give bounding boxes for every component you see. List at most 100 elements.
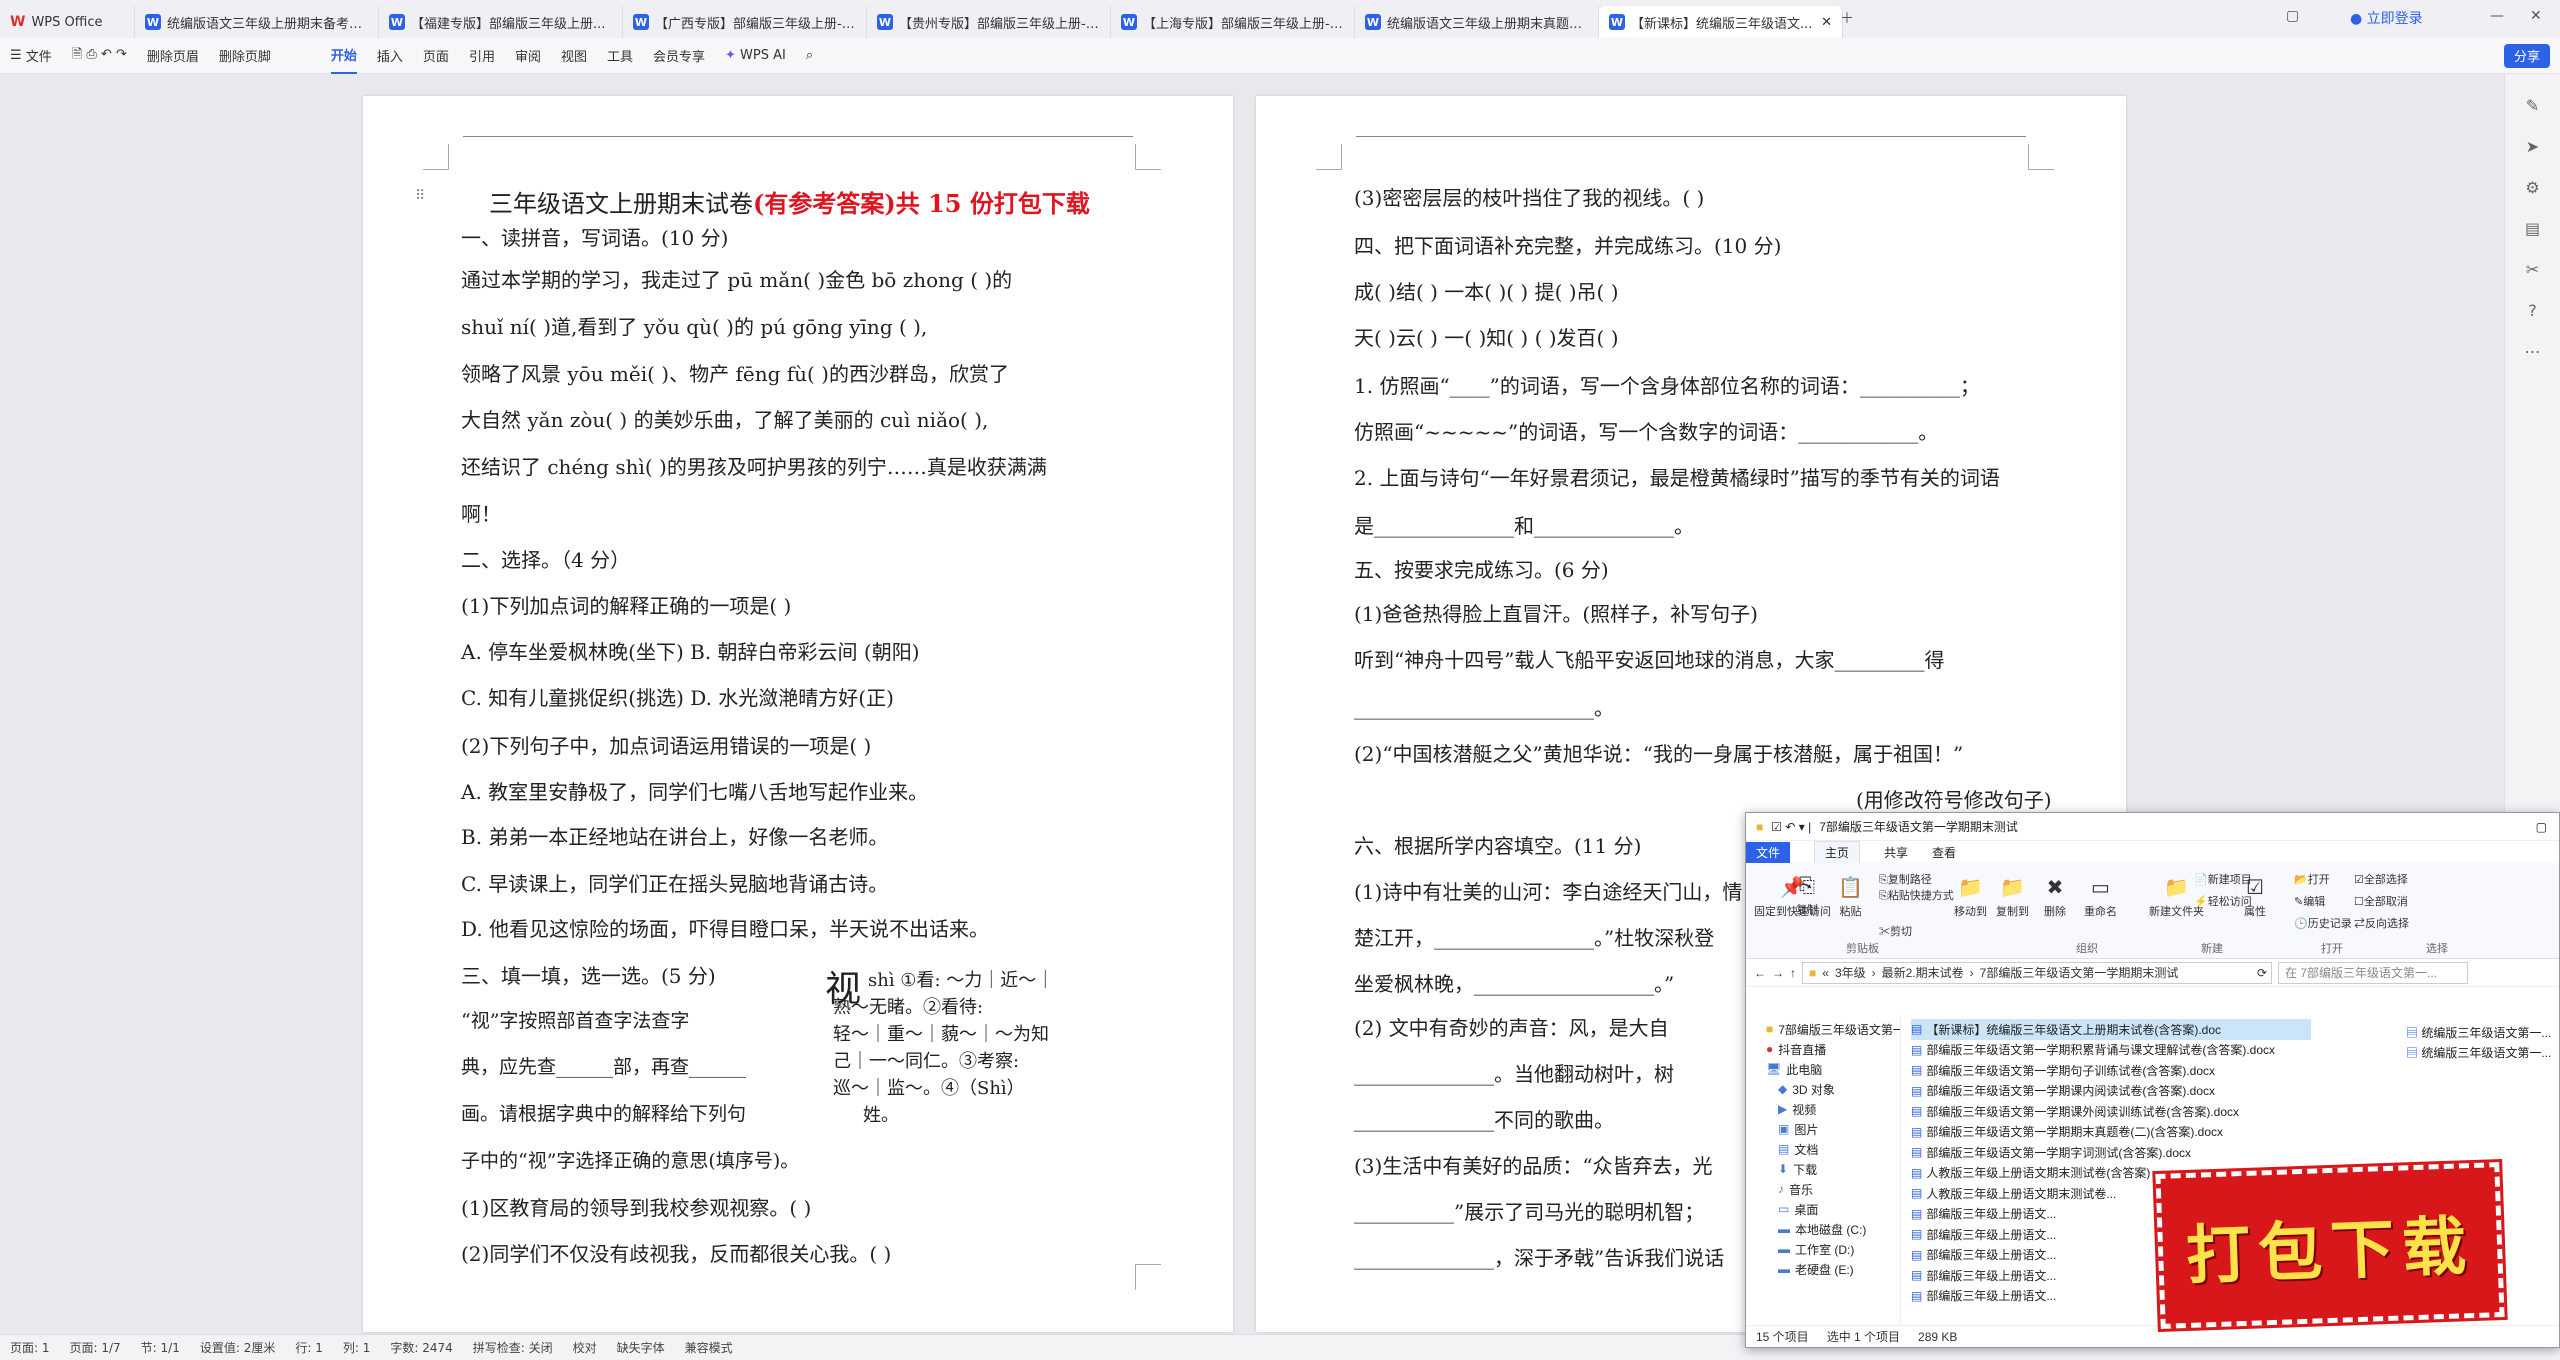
login-link[interactable]: ● 立即登录 xyxy=(2350,8,2423,28)
close-window-icon[interactable]: ✕ xyxy=(2530,8,2542,24)
ribbon-tab-file[interactable]: 文件 xyxy=(1746,841,1791,863)
ribbon-button[interactable]: 📁 移动到 xyxy=(1954,875,1987,919)
tab-wps-ai[interactable]: ✦ WPS AI xyxy=(715,38,796,74)
tab-insert[interactable]: 插入 xyxy=(367,38,413,74)
more-icon[interactable]: ⋯ xyxy=(2505,342,2560,361)
list-item[interactable]: ▤ 部编版三年级语文第一学期课外阅读训练试卷(含答案).docx xyxy=(1911,1101,2311,1122)
list-item[interactable]: ▤ 部编版三年级语文第一学期期末真题卷(二)(含答案).docx xyxy=(1911,1122,2311,1143)
nav-item[interactable]: ♪ 音乐 xyxy=(1746,1179,1900,1199)
cursor-icon[interactable]: ➤ xyxy=(2505,137,2560,156)
ribbon-button[interactable]: ☐全部取消 xyxy=(2354,893,2408,909)
nav-item[interactable]: ◆ 3D 对象 xyxy=(1746,1079,1900,1099)
ribbon-tab-share[interactable]: 共享 xyxy=(1884,844,1908,861)
list-item[interactable]: ▤ 部编版三年级语文第一学期句子训练试卷(含答案).docx xyxy=(1911,1060,2311,1081)
delete-header-button[interactable]: 删除页眉 xyxy=(137,38,209,74)
tab-view[interactable]: 视图 xyxy=(551,38,597,74)
tab-doc-7-active[interactable]: W 【新课标】统编版三年级语文... ✕ xyxy=(1599,6,1843,38)
nav-item[interactable]: ● 抖音直播 xyxy=(1746,1039,1900,1059)
tab-review[interactable]: 审阅 xyxy=(505,38,551,74)
share-button[interactable]: 分享 xyxy=(2503,43,2550,68)
tab-reference[interactable]: 引用 xyxy=(459,38,505,74)
breadcrumb-item[interactable]: 7部编版三年级语文第一学期期末测试 xyxy=(1980,964,2179,981)
list-item[interactable]: ▤ 部编版三年级语文第一学期课内阅读试卷(含答案).docx xyxy=(1911,1081,2311,1102)
nav-item-icon: ▬ xyxy=(1778,1242,1790,1256)
ribbon-button[interactable]: ✂剪切 xyxy=(1879,923,1912,939)
tab-home[interactable]: 开始 xyxy=(321,38,367,74)
status-item[interactable]: 兼容模式 xyxy=(685,1339,733,1356)
nav-item[interactable]: ■ 7部编版三年级语文第一学期期末 xyxy=(1746,1019,1900,1039)
ribbon-tab-view[interactable]: 查看 xyxy=(1932,844,1956,861)
tab-doc-3[interactable]: W 【广西专版】部编版三年级上册--积 xyxy=(623,6,867,38)
list-item[interactable]: ▤ 部编版三年级语文第一学期积累背诵与课文理解试卷(含答案).docx xyxy=(1911,1040,2311,1061)
close-icon[interactable]: ✕ xyxy=(1821,15,1832,30)
breadcrumb-item[interactable]: 最新2.期末试卷 xyxy=(1882,964,1964,981)
search-input[interactable]: 在 7部编版三年级语文第一... xyxy=(2278,961,2468,984)
tab-member[interactable]: 会员专享 xyxy=(643,38,715,74)
delete-footer-button[interactable]: 删除页脚 xyxy=(209,38,281,74)
ribbon-button[interactable]: ✖ 删除 xyxy=(2044,875,2066,919)
ribbon-button[interactable]: ⎘粘贴快捷方式 xyxy=(1879,887,1954,903)
back-icon[interactable]: ← xyxy=(1754,966,1766,980)
tab-doc-1[interactable]: W 统编版语文三年级上册期末备考真题 xyxy=(135,6,379,38)
ribbon-button-label: 反向选择 xyxy=(2365,918,2409,930)
pen-icon[interactable]: ✎ xyxy=(2505,96,2560,115)
ribbon-button[interactable]: 🕒历史记录 xyxy=(2294,915,2352,931)
format-icon[interactable]: ▤ xyxy=(2505,219,2560,238)
nav-item[interactable]: ⬇ 下载 xyxy=(1746,1159,1900,1179)
maximize-icon[interactable]: ▢ xyxy=(2536,820,2547,834)
nav-item[interactable]: ▬ 本地磁盘 (C:) xyxy=(1746,1219,1900,1239)
tools-icon[interactable]: ✂ xyxy=(2505,260,2560,279)
nav-item[interactable]: 🖥 此电脑 xyxy=(1746,1059,1900,1079)
quick-access-icon[interactable]: ☑ ↶ ▾ | xyxy=(1771,820,1811,834)
search-icon[interactable]: ⌕ xyxy=(796,38,823,74)
nav-item[interactable]: ▬ 老硬盘 (E:) xyxy=(1746,1259,1900,1279)
tab-doc-4[interactable]: W 【贵州专版】部编版三年级上册--积 xyxy=(867,6,1111,38)
ribbon-button[interactable]: ✎编辑 xyxy=(2294,893,2325,909)
tab-doc-6[interactable]: W 统编版语文三年级上册期末真题分类 xyxy=(1355,6,1599,38)
ribbon-button[interactable]: ⎘复制路径 xyxy=(1879,871,1932,887)
ribbon-button[interactable]: 📁 复制到 xyxy=(1996,875,2029,919)
margin-corner xyxy=(2028,144,2054,170)
word-doc-icon: W xyxy=(145,14,161,30)
new-tab-icon[interactable]: ＋ xyxy=(1840,8,1854,28)
help-icon[interactable]: ? xyxy=(2505,301,2560,320)
tab-tools[interactable]: 工具 xyxy=(597,38,643,74)
title-red: (有参考答案)共 15 份打包下载 xyxy=(753,189,1090,218)
list-item[interactable]: ▤ 部编版三年级语文第一学期字词测试(含答案).docx xyxy=(1911,1142,2311,1163)
status-item[interactable]: 拼写检查: 关闭 xyxy=(473,1339,553,1356)
nav-item[interactable]: ▤ 文档 xyxy=(1746,1139,1900,1159)
status-item[interactable]: 缺失字体 xyxy=(617,1339,665,1356)
menu-file[interactable]: ☰ 文件 xyxy=(0,38,62,74)
breadcrumb-item[interactable]: 3年级 xyxy=(1835,964,1866,981)
window-icon[interactable]: ▢ xyxy=(2286,8,2299,24)
refresh-icon[interactable]: ⟳ xyxy=(2257,966,2267,980)
tab-wps-home[interactable]: W WPS Office xyxy=(0,6,135,38)
ribbon-button[interactable]: ☑ 属性 xyxy=(2244,875,2266,919)
quick-tools[interactable]: 🗎 ⎙ ↶ ↷ xyxy=(62,38,137,74)
tab-doc-5[interactable]: W 【上海专版】部编版三年级上册--积 xyxy=(1111,6,1355,38)
tab-page[interactable]: 页面 xyxy=(413,38,459,74)
minimize-icon[interactable]: — xyxy=(2490,8,2504,24)
ribbon-button[interactable]: ⇄反向选择 xyxy=(2354,915,2409,931)
nav-item[interactable]: ▣ 图片 xyxy=(1746,1119,1900,1139)
settings-icon[interactable]: ⚙ xyxy=(2505,178,2560,197)
nav-item[interactable]: ▭ 桌面 xyxy=(1746,1199,1900,1219)
drag-handle-icon[interactable]: ⠿ xyxy=(415,188,425,204)
list-item[interactable]: ▤ 统编版三年级语文第一... xyxy=(2406,1023,2551,1043)
ribbon-tab-home[interactable]: 主页 xyxy=(1814,841,1861,863)
breadcrumb[interactable]: ■ « 3年级 › 最新2.期末试卷 › 7部编版三年级语文第一学期期末测试 ⟳ xyxy=(1802,961,2272,984)
list-item[interactable]: ▤ 统编版三年级语文第一... xyxy=(2406,1043,2551,1063)
forward-icon[interactable]: → xyxy=(1772,966,1784,980)
ribbon-button[interactable]: 📂打开 xyxy=(2294,871,2330,887)
ribbon-button[interactable]: ☑全部选择 xyxy=(2354,871,2408,887)
ribbon-button[interactable]: ▭ 重命名 xyxy=(2084,875,2117,919)
ribbon-button[interactable]: ⎘ 复制 xyxy=(1796,875,1818,917)
status-item[interactable]: 校对 xyxy=(573,1339,597,1356)
ribbon-button[interactable]: 📋 粘贴 xyxy=(1838,875,1863,919)
tab-doc-2[interactable]: W 【福建专版】部编版三年级上册... xyxy=(379,6,623,38)
ribbon-button[interactable]: 📌 固定到快速访问 xyxy=(1754,875,1831,919)
nav-item[interactable]: ▬ 工作室 (D:) xyxy=(1746,1239,1900,1259)
up-icon[interactable]: ↑ xyxy=(1790,966,1796,980)
list-item[interactable]: ▤ 【新课标】统编版三年级语文上册期末试卷(含答案).doc xyxy=(1911,1019,2311,1040)
nav-item[interactable]: ▶ 视频 xyxy=(1746,1099,1900,1119)
